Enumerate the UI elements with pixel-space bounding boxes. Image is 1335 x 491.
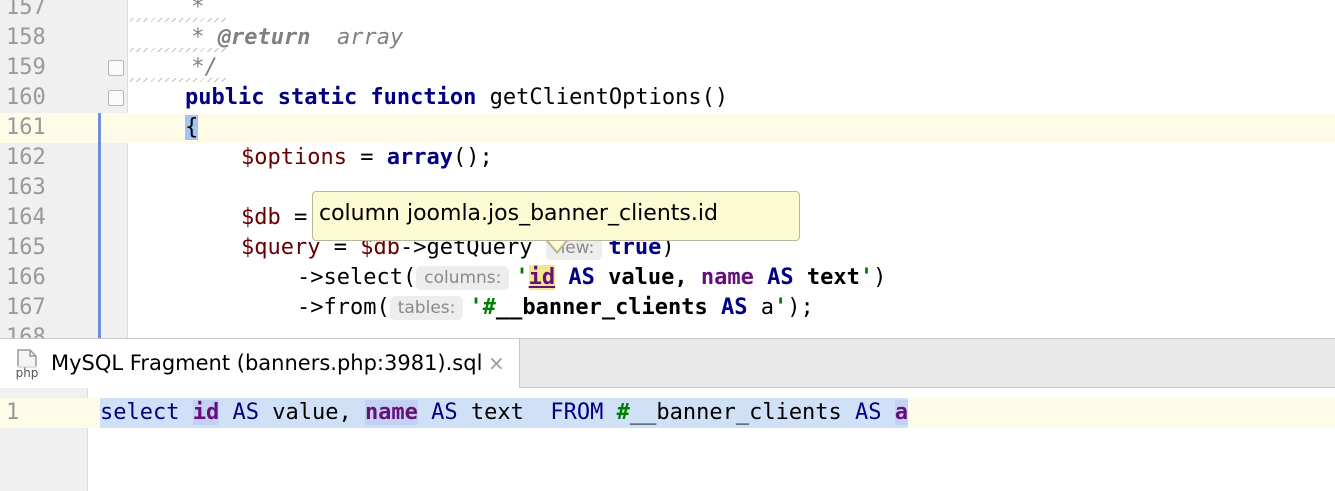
line-number: 168 [6, 325, 46, 338]
code-text: $db = [241, 205, 321, 230]
line-number: 167 [6, 295, 46, 320]
code-text: public static function getClientOptions(… [185, 85, 729, 110]
code-line-160[interactable]: 160 public static function getClientOpti… [0, 83, 1335, 113]
line-number: 165 [6, 235, 46, 260]
inspection-wavy-underline [130, 18, 226, 22]
close-icon[interactable]: × [488, 339, 505, 388]
code-line-161[interactable]: 161 { [0, 113, 1335, 143]
parameter-hint-tables: tables: [389, 296, 464, 320]
inspection-wavy-underline [130, 78, 226, 82]
sql-fragment-editor[interactable]: 1 select id AS value, name AS text FROM … [0, 388, 1335, 491]
tab-label: MySQL Fragment (banners.php:3981).sql [51, 351, 483, 375]
fold-start-icon[interactable] [108, 90, 124, 106]
fragment-line-1[interactable]: 1 select id AS value, name AS text FROM … [0, 398, 1335, 428]
line-number: 163 [6, 175, 46, 200]
code-text: ->select(columns:'id AS value, name AS t… [297, 265, 887, 290]
code-text: { [185, 113, 199, 143]
tab-mysql-fragment[interactable]: php MySQL Fragment (banners.php:3981).sq… [0, 339, 520, 388]
code-text: $options = array(); [241, 145, 493, 170]
line-number: 159 [6, 55, 46, 80]
code-text: ->from(tables: '#__banner_clients AS a'); [297, 295, 814, 320]
column-info-tooltip: column joomla.jos_banner_clients.id [312, 191, 800, 241]
line-number: 162 [6, 145, 46, 170]
code-line-166[interactable]: 166 ->select(columns:'id AS value, name … [0, 263, 1335, 293]
line-number: 161 [0, 113, 100, 143]
code-line-162[interactable]: 162 $options = array(); [0, 143, 1335, 173]
line-number: 160 [6, 85, 46, 110]
code-editor[interactable]: 157 * 158 * @return array 159 */ 160 pub… [0, 0, 1335, 338]
svg-text:php: php [16, 366, 39, 380]
code-line-167[interactable]: 167 ->from(tables: '#__banner_clients AS … [0, 293, 1335, 323]
parameter-hint-columns: columns: [416, 266, 510, 290]
highlighted-column-id[interactable]: id [528, 265, 556, 290]
matched-brace: { [185, 115, 199, 140]
line-number: 166 [6, 265, 46, 290]
inspection-wavy-underline [130, 48, 226, 52]
line-number: 158 [6, 25, 46, 50]
code-line-168[interactable]: 168 [0, 323, 1335, 338]
fold-end-icon[interactable] [108, 60, 124, 76]
fragment-sql-text: select id AS value, name AS text FROM #_… [100, 398, 909, 428]
line-number: 157 [6, 0, 46, 20]
vcs-change-marker[interactable] [98, 113, 101, 338]
php-file-icon: php [12, 349, 42, 380]
line-number: 1 [6, 400, 20, 425]
line-number: 164 [6, 205, 46, 230]
editor-tab-bar: php MySQL Fragment (banners.php:3981).sq… [0, 338, 1335, 388]
